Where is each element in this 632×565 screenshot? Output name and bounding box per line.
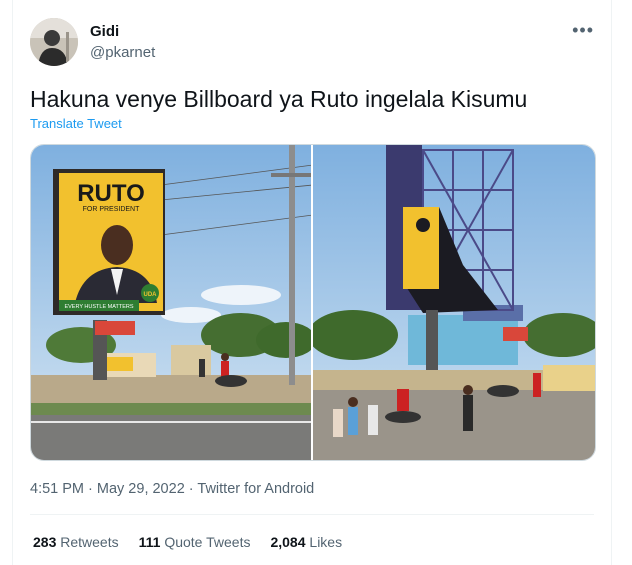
photo-billboard-fallen[interactable] [311,145,595,460]
avatar[interactable] [30,18,78,66]
billboard-scene-left: RUTO FOR PRESIDENT UDA EVERY HUSTLE MATT… [31,145,311,460]
likes-label: Likes [309,534,343,550]
author-handle[interactable]: @pkarnet [90,44,155,61]
translate-tweet-link[interactable]: Translate Tweet [30,116,122,131]
tweet-text: Hakuna venye Billboard ya Ruto ingelala … [30,86,528,112]
avatar-image [30,18,78,66]
tweet-card: Gidi @pkarnet ••• Hakuna venye Billboard… [12,0,612,565]
billboard-subtitle: FOR PRESIDENT [83,206,141,213]
billboard-badge: UDA [144,292,158,298]
quotes-count: 111 [138,534,161,550]
author-name[interactable]: Gidi [90,23,119,40]
tweet-meta: 4:51 PM · May 29, 2022 · Twitter for And… [30,481,314,497]
divider [30,514,594,515]
meta-separator: · [84,481,97,497]
more-dots-icon[interactable]: ••• [572,20,594,41]
tweet-source[interactable]: Twitter for Android [197,481,314,497]
retweets-count: 283 [33,534,57,550]
billboard-title: RUTO [77,180,145,207]
tweet-time[interactable]: 4:51 PM [30,481,84,497]
tweet-media: RUTO FOR PRESIDENT UDA EVERY HUSTLE MATT… [30,144,596,461]
quotes-label: Quote Tweets [164,534,251,550]
retweets-label: Retweets [60,534,119,550]
tweet-stats: 283 Retweets 111 Quote Tweets 2,084 Like… [33,534,342,550]
meta-separator: · [184,481,198,497]
tweet-date[interactable]: May 29, 2022 [97,481,185,497]
quote-tweets-stat[interactable]: 111 Quote Tweets [139,534,251,550]
retweets-stat[interactable]: 283 Retweets [33,534,119,550]
billboard-tagline: EVERY HUSTLE MATTERS [64,304,133,310]
billboard-scene-right [313,145,595,460]
likes-stat[interactable]: 2,084 Likes [270,534,342,550]
photo-billboard-intact[interactable]: RUTO FOR PRESIDENT UDA EVERY HUSTLE MATT… [31,145,311,460]
likes-count: 2,084 [270,534,306,550]
